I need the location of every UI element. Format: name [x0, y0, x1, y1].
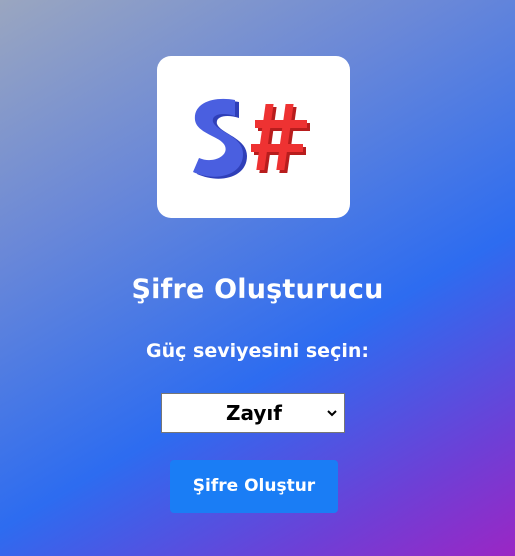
strength-level-label: Güç seviyesini seçin: [146, 340, 369, 362]
page-title: Şifre Oluşturucu [131, 274, 384, 305]
strength-select-value: Zayıf [226, 401, 282, 425]
logo-card [157, 56, 350, 218]
strength-select[interactable]: Zayıf [161, 393, 345, 433]
s-hash-logo-icon [193, 98, 310, 179]
generate-password-button[interactable]: Şifre Oluştur [170, 460, 338, 513]
chevron-down-icon [327, 410, 337, 417]
